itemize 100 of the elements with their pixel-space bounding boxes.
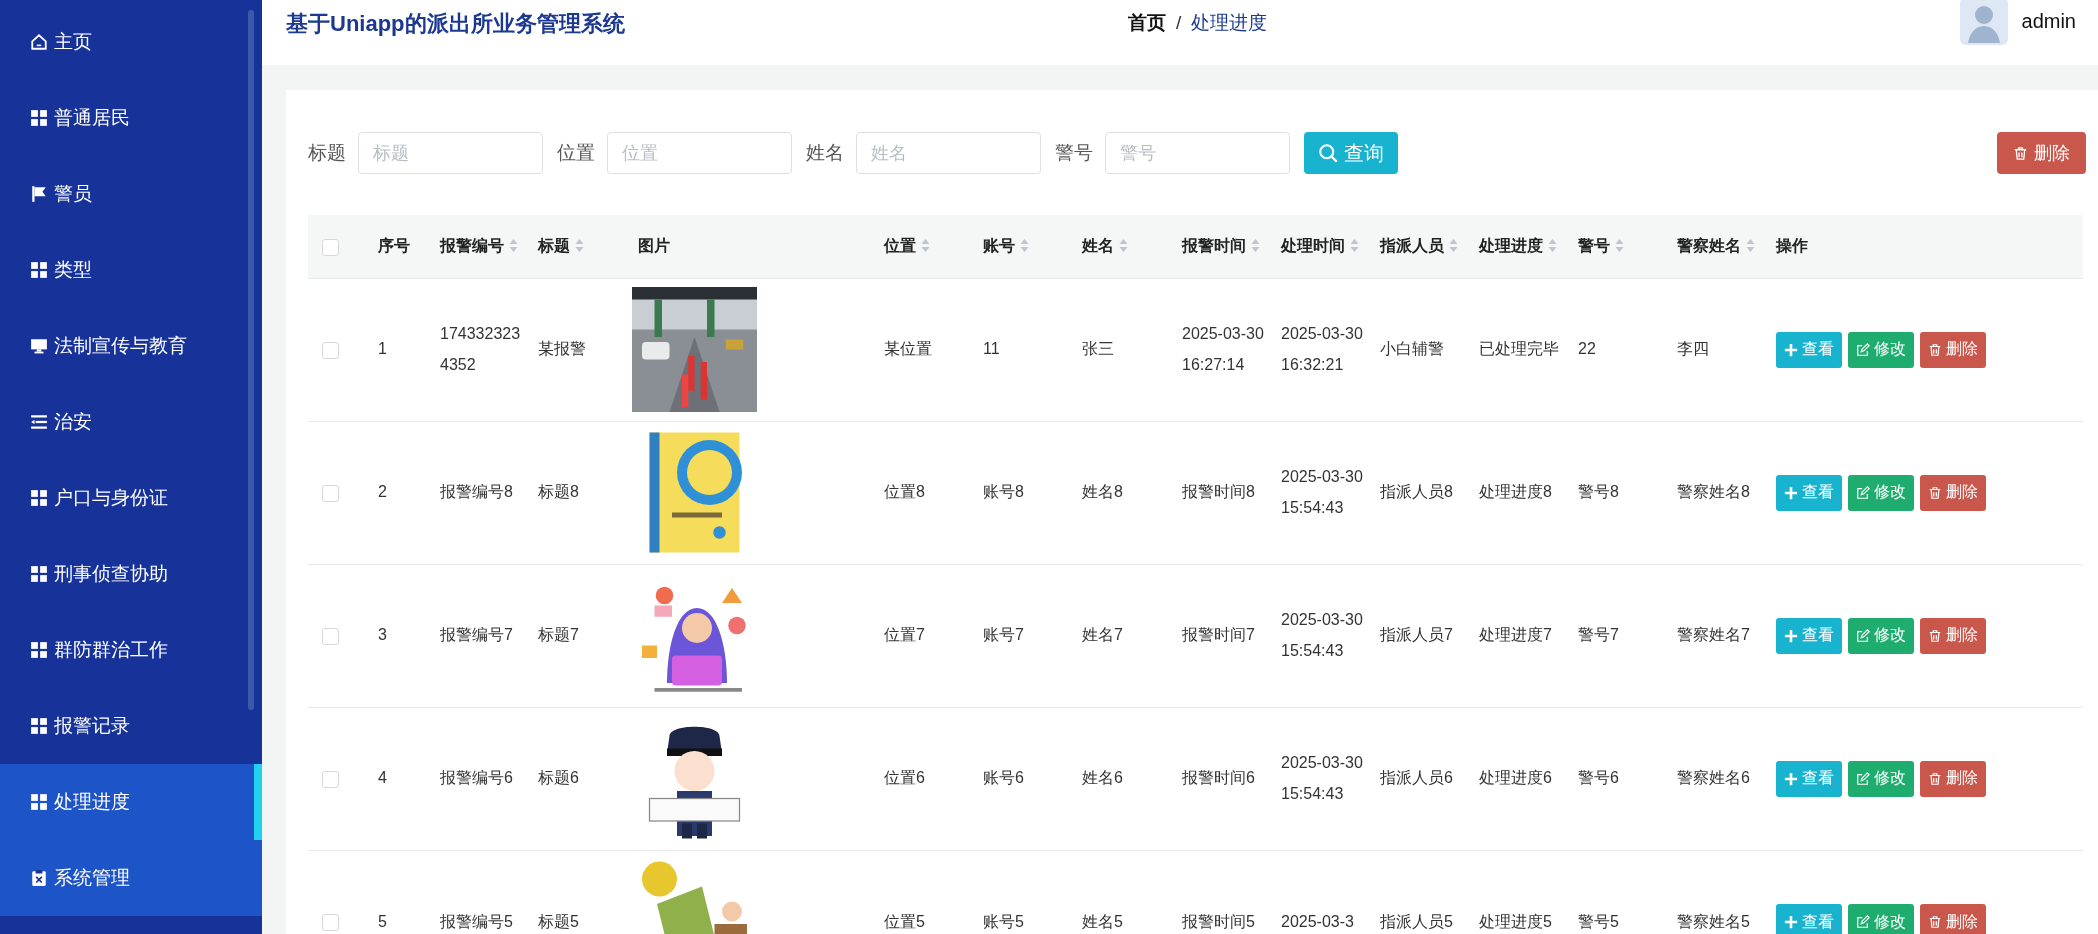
user-name[interactable]: admin [2021,5,2076,36]
checkbox[interactable] [322,238,339,256]
table-cell: 22 [1578,340,1596,358]
flag-icon [30,185,48,203]
table-cell: 2025-03-3 [1281,912,1354,930]
table-cell: 位置5 [884,912,925,930]
sort-icon [1548,238,1557,254]
table-cell: 报警时间6 [1182,769,1255,787]
table-cell: 位置6 [884,769,925,787]
column-header[interactable]: 位置 [884,237,930,255]
trash-icon [1928,342,1942,357]
delete-button[interactable]: 删除 [1920,331,1986,368]
input-field[interactable]: 标题 [358,132,543,174]
breadcrumb-item[interactable]: 首页 [1128,9,1166,38]
table-cell: 报警时间8 [1182,483,1255,501]
grid-icon [30,641,48,659]
checkbox[interactable] [322,341,339,359]
grid-icon [30,261,48,279]
table-cell: 处理进度5 [1479,912,1552,930]
column-header: 图片 [638,237,670,255]
sort-icon [1615,238,1624,254]
column-header[interactable]: 标题 [538,237,584,255]
plus-icon [1784,485,1798,500]
edit-icon [1856,485,1870,500]
home-icon [30,33,48,51]
table-cell: 某位置 [884,340,932,358]
input-field[interactable]: 姓名 [856,132,1041,174]
table-cell: 1743323234352 [440,325,521,373]
checkbox[interactable] [322,484,339,502]
sort-icon [1350,238,1359,254]
trash-icon [1928,771,1942,786]
column-header[interactable]: 姓名 [1082,237,1128,255]
table-cell: 2 [378,483,387,501]
delete-button[interactable]: 删除 [1920,903,1986,934]
monitor-icon [30,337,48,355]
input-field[interactable]: 警号 [1105,132,1290,174]
table-cell: 5 [378,912,387,930]
table-cell: 张三 [1082,340,1114,358]
column-header: 序号 [378,237,410,255]
table-cell: 报警编号6 [440,769,513,787]
trash-icon [1928,628,1942,643]
grid-icon [30,793,48,811]
grid-icon [30,489,48,507]
input-field[interactable]: 位置 [607,132,792,174]
app-title: 基于Uniapp的派出所业务管理系统 [286,10,626,38]
delete-button[interactable]: 删除 [1997,132,2086,174]
column-header: 操作 [1776,237,1808,255]
sidebar-item[interactable]: 法制宣传与教育 [0,308,262,384]
table-cell: 位置8 [884,483,925,501]
table-cell: 姓名7 [1082,626,1123,644]
table-cell: 标题7 [538,626,579,644]
checkbox[interactable] [322,627,339,645]
sidebar-item[interactable]: 户口与身份证 [0,460,262,536]
table-cell: 位置7 [884,626,925,644]
sidebar-item[interactable]: 群防群治工作 [0,612,262,688]
column-header[interactable]: 警号 [1578,237,1624,255]
table-cell: 账号7 [983,626,1024,644]
field-label: 警号 [1055,140,1093,165]
delete-button[interactable]: 删除 [1920,760,1986,797]
table-cell: 2025-03-30 16:27:14 [1182,325,1264,373]
table-cell: 标题5 [538,912,579,930]
sidebar-item[interactable]: 处理进度 [0,764,262,840]
column-header[interactable]: 账号 [983,237,1029,255]
sidebar-item[interactable]: 治安 [0,384,262,460]
delete-button[interactable]: 删除 [1920,617,1986,654]
table-cell: 警号5 [1578,912,1619,930]
table-cell: 警察姓名8 [1677,483,1750,501]
grid-icon [30,109,48,127]
table-cell: 指派人员7 [1380,626,1453,644]
table-cell: 姓名6 [1082,769,1123,787]
sort-icon [1119,238,1128,254]
sidebar-item[interactable]: 类型 [0,232,262,308]
table-cell: 标题8 [538,483,579,501]
trash-icon [1928,485,1942,500]
scrollbar[interactable] [248,10,254,710]
edit-icon [1856,914,1870,929]
avatar-icon [1959,0,2008,45]
table-cell: 某报警 [538,340,586,358]
sidebar-item[interactable]: 系统管理 [0,840,262,916]
table-cell: 警察姓名5 [1677,912,1750,930]
plus-icon [1784,628,1798,643]
delete-button[interactable]: 删除 [1920,474,1986,511]
table-cell: 账号8 [983,483,1024,501]
sidebar-item[interactable]: 主页 [0,4,262,80]
table-cell: 处理进度7 [1479,626,1552,644]
sidebar-item[interactable]: 警员 [0,156,262,232]
sort-icon [509,238,518,254]
checkbox[interactable] [322,770,339,788]
table-cell: 报警时间7 [1182,626,1255,644]
sidebar-item[interactable]: 普通居民 [0,80,262,156]
sidebar-item[interactable]: 刑事侦查协助 [0,536,262,612]
field-label: 位置 [557,140,595,165]
sidebar-item[interactable]: 报警记录 [0,688,262,764]
table-cell: 报警编号5 [440,912,513,930]
table-cell: 2025-03-30 16:32:21 [1281,325,1363,373]
table-cell: 李四 [1677,340,1709,358]
grid-icon [30,565,48,583]
table-cell: 指派人员6 [1380,769,1453,787]
table-cell: 1 [378,340,387,358]
checkbox[interactable] [322,913,339,931]
